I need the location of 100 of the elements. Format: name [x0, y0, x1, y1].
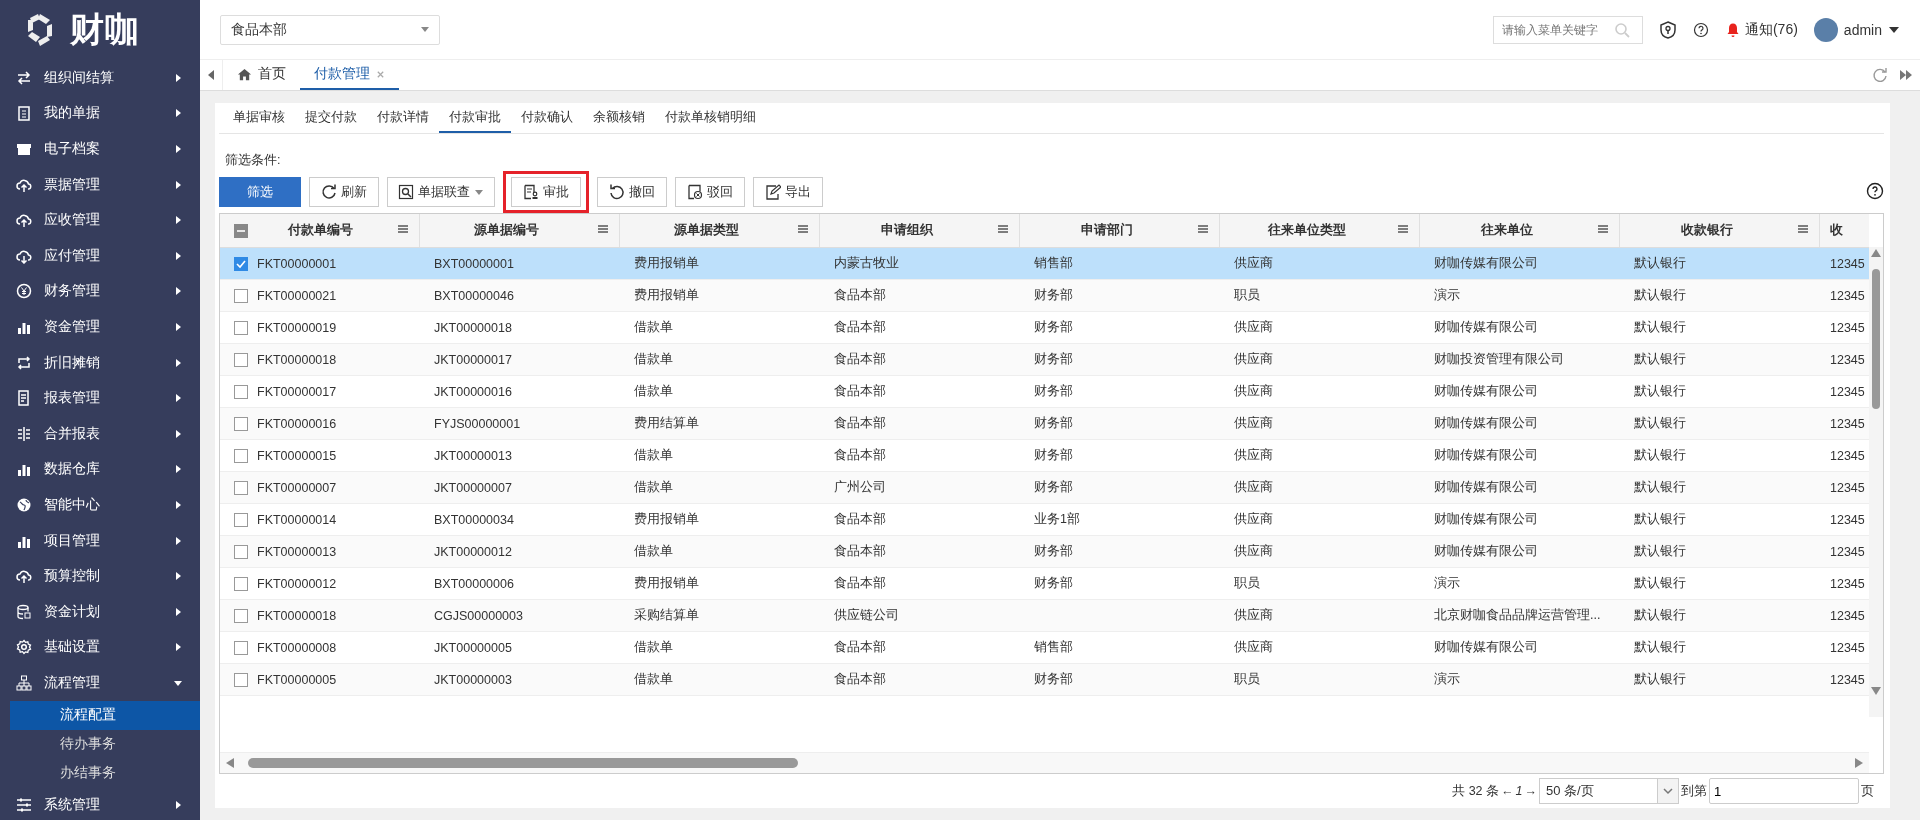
sub-tab[interactable]: 付款单核销明细 — [655, 103, 766, 133]
organization-select[interactable]: 食品本部 — [220, 14, 440, 45]
table-cell: 费用报销单 — [634, 287, 699, 304]
search-field[interactable]: 请输入菜单关键字 — [1492, 15, 1643, 44]
column-header[interactable]: 源单据编号 — [474, 222, 539, 239]
next-page-link[interactable]: → — [1524, 784, 1537, 798]
column-header[interactable]: 往来单位类型 — [1267, 222, 1346, 239]
row-checkbox[interactable] — [234, 320, 248, 335]
table-cell: 供应商 — [1234, 479, 1273, 496]
sidebar-subitem[interactable]: 流程配置 — [10, 700, 200, 730]
page-number[interactable]: 1 — [1515, 784, 1523, 798]
row-checkbox[interactable] — [234, 416, 248, 431]
sidebar-item[interactable]: 电子档案 — [0, 131, 200, 167]
table-cell: 借款单 — [634, 671, 673, 688]
table-row[interactable]: FKT00000018 CGJS00000003 采购结算单 供应链公司 供应商 北京财咖食品品牌运营管理... 默认银行 12345 — [220, 600, 1869, 632]
scrollbar-thumb[interactable] — [1872, 269, 1880, 409]
horizontal-scrollbar[interactable] — [220, 752, 1869, 773]
toolbar-button[interactable]: 单据联查 — [387, 177, 495, 207]
table-cell: 业务1部 — [1034, 511, 1080, 528]
logo-text: 财咖 — [70, 9, 140, 50]
sub-tab[interactable]: 付款详情 — [367, 103, 439, 133]
table-cell: 供应商 — [1234, 415, 1273, 432]
sub-tab[interactable]: 单据审核 — [223, 103, 295, 133]
table-cell: JKT00000017 — [434, 352, 512, 367]
sidebar-item[interactable]: 预算控制 — [0, 558, 200, 594]
sidebar-item[interactable]: 票据管理 — [0, 166, 200, 203]
sidebar-item[interactable]: 应付管理 — [0, 237, 200, 274]
toolbar-button[interactable]: 审批 — [511, 177, 581, 207]
sidebar-item[interactable]: 合并报表 — [0, 415, 200, 452]
sub-tab[interactable]: 余额核销 — [583, 103, 655, 133]
sidebar-item[interactable]: 基础设置 — [0, 629, 200, 666]
row-checkbox[interactable] — [234, 672, 248, 687]
column-header[interactable]: 付款单编号 — [248, 222, 393, 239]
arrow-down-icon[interactable] — [1871, 687, 1881, 695]
page-tab[interactable]: 付款管理 — [300, 60, 399, 90]
row-checkbox[interactable] — [234, 352, 248, 367]
toolbar-button[interactable]: 筛选 — [219, 177, 301, 207]
sub-tab[interactable]: 付款确认 — [511, 103, 583, 133]
column-header[interactable]: 源单据类型 — [674, 222, 739, 239]
table-cell: 食品本部 — [834, 639, 886, 656]
table-row[interactable]: FKT00000016 FYJS00000001 费用结算单 食品本部 财务部 供应商 财咖传媒有限公司 默认银行 12345 — [220, 408, 1869, 440]
sidebar-item[interactable]: 系统管理 — [0, 787, 200, 820]
sub-tab[interactable]: 提交付款 — [295, 103, 367, 133]
row-checkbox[interactable] — [234, 480, 248, 495]
row-checkbox[interactable] — [234, 640, 248, 655]
arrow-left-icon[interactable] — [226, 758, 234, 768]
row-checkbox[interactable] — [234, 608, 248, 623]
column-header[interactable]: 申请组织 — [880, 222, 933, 239]
sidebar-item[interactable]: 资金计划 — [0, 593, 200, 630]
toolbar-button[interactable]: 撤回 — [597, 177, 667, 207]
total-count: 共 32 条 — [1452, 782, 1500, 800]
toolbar-button[interactable]: 刷新 — [309, 177, 379, 207]
page-size-select[interactable]: 50 条/页 — [1539, 778, 1679, 804]
sidebar-item[interactable]: 组织间结算 — [0, 60, 200, 96]
column-header[interactable]: 收 — [1830, 222, 1843, 239]
table-row[interactable]: FKT00000013 JKT00000012 借款单 食品本部 财务部 供应商 财咖传媒有限公司 默认银行 12345 — [220, 536, 1869, 568]
toolbar-button[interactable]: 导出 — [753, 177, 823, 207]
sidebar-item[interactable]: 资金管理 — [0, 309, 200, 345]
column-header[interactable]: 收款银行 — [1680, 222, 1733, 239]
row-checkbox[interactable] — [234, 512, 248, 527]
sidebar-item[interactable]: 数据仓库 — [0, 451, 200, 488]
user-name[interactable]: admin — [1843, 21, 1882, 38]
table-row[interactable]: FKT00000021 BXT00000046 费用报销单 食品本部 财务部 职员 演示 默认银行 12345 — [220, 280, 1869, 312]
vertical-scrollbar[interactable] — [1869, 247, 1883, 717]
sub-tab[interactable]: 付款审批 — [439, 103, 511, 133]
scrollbar-thumb[interactable] — [248, 758, 798, 768]
page-input[interactable]: 1 — [1709, 778, 1859, 804]
sidebar-item[interactable]: 折旧摊销 — [0, 344, 200, 381]
table-row[interactable]: FKT00000007 JKT00000007 借款单 广州公司 财务部 供应商 财咖传媒有限公司 默认银行 12345 — [220, 472, 1869, 504]
sidebar-item[interactable]: 财务管理 — [0, 273, 200, 310]
avatar[interactable] — [1813, 17, 1838, 42]
sidebar-subitem[interactable]: 办结事务 — [10, 758, 200, 788]
row-checkbox[interactable] — [234, 448, 248, 463]
sidebar-item[interactable]: 智能中心 — [0, 487, 200, 523]
chevron-down-icon[interactable] — [1663, 787, 1673, 795]
row-checkbox[interactable] — [234, 288, 248, 303]
sidebar-subitem[interactable]: 待办事务 — [10, 729, 200, 759]
arrow-right-icon[interactable] — [1855, 758, 1863, 768]
toolbar-button[interactable]: 驳回 — [675, 177, 745, 207]
column-header[interactable]: 往来单位 — [1480, 222, 1533, 239]
row-checkbox[interactable] — [234, 576, 248, 591]
hierarchy-icon — [16, 674, 32, 691]
row-checkbox[interactable] — [234, 544, 248, 559]
table-row[interactable]: FKT00000001 BXT00000001 费用报销单 内蒙古牧业 销售部 供应商 财咖传媒有限公司 默认银行 12345 — [220, 248, 1869, 280]
previous-page-link[interactable]: ← — [1501, 784, 1514, 798]
sidebar-item[interactable]: 我的单据 — [0, 95, 200, 132]
table-row[interactable]: FKT00000005 JKT00000003 借款单 食品本部 财务部 职员 演示 默认银行 12345 — [220, 664, 1869, 696]
sidebar-item[interactable]: 应收管理 — [0, 202, 200, 238]
row-checkbox[interactable] — [234, 256, 248, 271]
page-tab[interactable]: 首页 — [223, 60, 300, 90]
column-header[interactable]: 申请部门 — [1080, 222, 1133, 239]
sidebar-item[interactable]: 项目管理 — [0, 522, 200, 559]
sidebar-item[interactable]: 流程管理 — [0, 665, 200, 701]
sidebar-item[interactable]: 报表管理 — [0, 380, 200, 416]
notifications-link[interactable]: 通知(76) — [1744, 20, 1798, 39]
arrow-up-icon[interactable] — [1871, 249, 1881, 257]
row-checkbox[interactable] — [234, 384, 248, 399]
select-all-checkbox[interactable] — [234, 223, 248, 238]
table-cell: 12345 — [1830, 320, 1865, 335]
table-row[interactable]: FKT00000018 JKT00000017 借款单 食品本部 财务部 供应商 财咖投资管理有限公司 默认银行 12345 — [220, 344, 1869, 376]
